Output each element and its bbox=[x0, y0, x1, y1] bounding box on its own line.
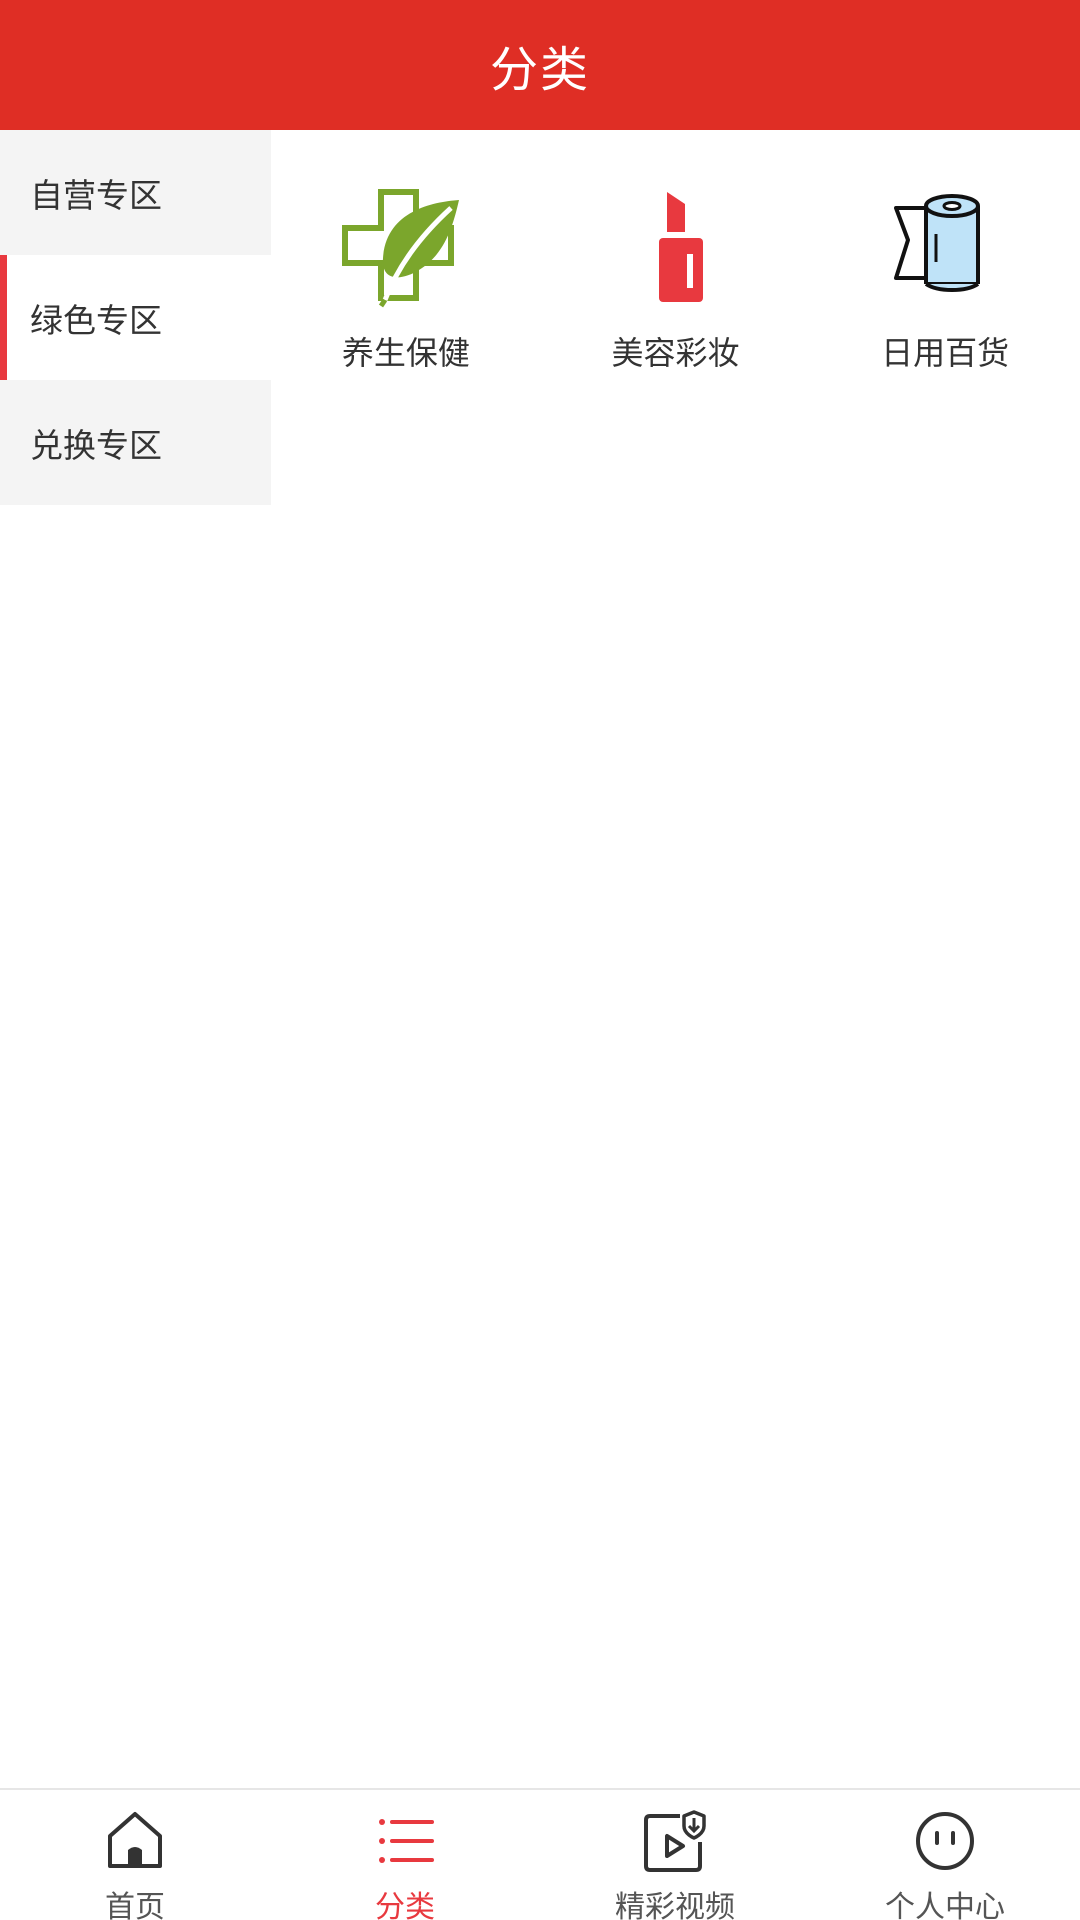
video-icon bbox=[642, 1808, 708, 1874]
lipstick-icon bbox=[611, 188, 741, 308]
tab-category[interactable]: 分类 bbox=[270, 1790, 540, 1920]
category-daily[interactable]: 日用百货 bbox=[810, 130, 1080, 400]
category-page: 分类 自营专区 绿色专区 兑换专区 养生保健 美容彩妆 日用百货 首页 分类 精… bbox=[0, 0, 1080, 1920]
sidebar-item-label: 兑换专区 bbox=[30, 425, 162, 465]
tab-video[interactable]: 精彩视频 bbox=[540, 1790, 810, 1920]
sidebar-item-self-operated[interactable]: 自营专区 bbox=[0, 130, 271, 255]
home-icon bbox=[102, 1808, 168, 1874]
category-label: 美容彩妆 bbox=[611, 334, 740, 372]
tissue-roll-icon bbox=[880, 188, 1010, 308]
category-label: 养生保健 bbox=[341, 334, 470, 372]
tab-label: 个人中心 bbox=[885, 1890, 1005, 1920]
tab-label: 分类 bbox=[375, 1890, 435, 1920]
sidebar-item-label: 绿色专区 bbox=[30, 300, 162, 340]
header-bar: 分类 bbox=[0, 0, 1080, 130]
category-grid: 养生保健 美容彩妆 日用百货 bbox=[271, 130, 1080, 400]
tab-label: 首页 bbox=[105, 1890, 165, 1920]
bottom-tab-bar: 首页 分类 精彩视频 个人中心 bbox=[0, 1788, 1080, 1920]
tab-label: 精彩视频 bbox=[615, 1890, 735, 1920]
sidebar-item-green[interactable]: 绿色专区 bbox=[0, 255, 271, 380]
tab-home[interactable]: 首页 bbox=[0, 1790, 270, 1920]
page-title: 分类 bbox=[489, 42, 590, 98]
face-icon bbox=[912, 1808, 978, 1874]
list-icon bbox=[372, 1808, 438, 1874]
category-label: 日用百货 bbox=[881, 334, 1010, 372]
sidebar-item-label: 自营专区 bbox=[30, 175, 162, 215]
tab-profile[interactable]: 个人中心 bbox=[810, 1790, 1080, 1920]
health-cross-leaf-icon bbox=[341, 188, 471, 308]
category-beauty[interactable]: 美容彩妆 bbox=[541, 130, 811, 400]
sidebar-item-exchange[interactable]: 兑换专区 bbox=[0, 380, 271, 505]
sidebar: 自营专区 绿色专区 兑换专区 bbox=[0, 130, 271, 505]
category-health[interactable]: 养生保健 bbox=[271, 130, 541, 400]
